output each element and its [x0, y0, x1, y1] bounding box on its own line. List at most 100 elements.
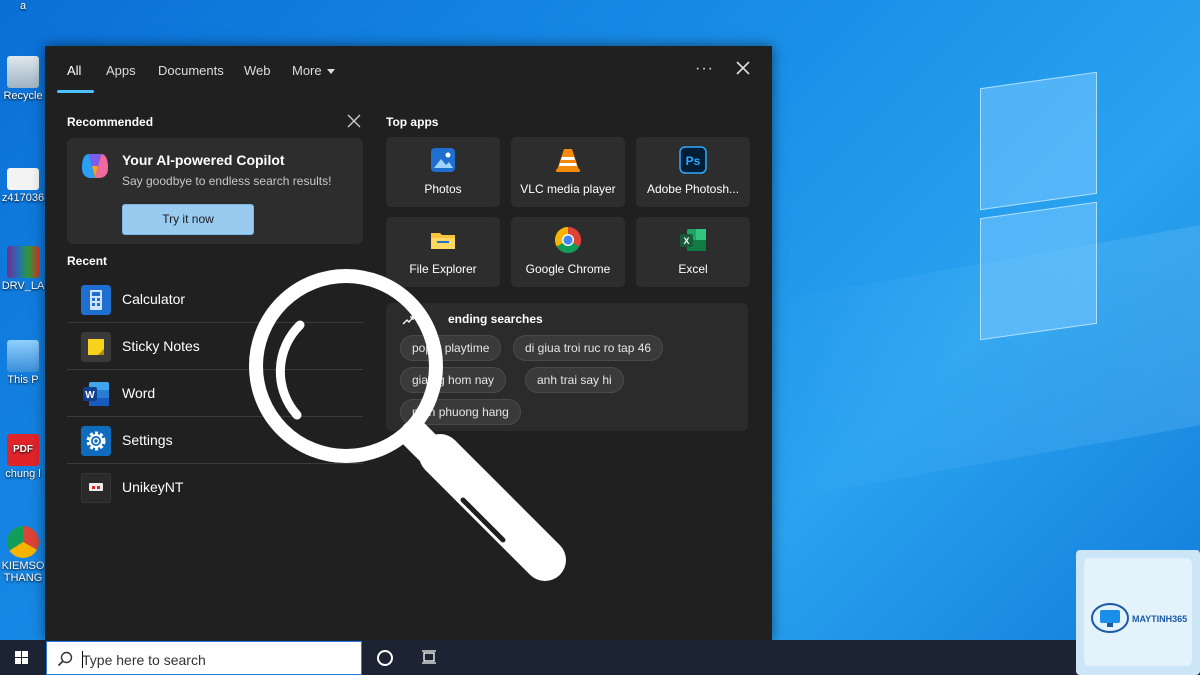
tab-web[interactable]: Web [244, 63, 271, 78]
svg-text:X: X [683, 236, 689, 246]
recent-item-label: Word [122, 385, 156, 401]
copilot-card: Your AI-powered Copilot Say goodbye to e… [67, 138, 363, 244]
app-tile-label: VLC media player [520, 182, 616, 196]
app-tile-excel[interactable]: X Excel [636, 217, 750, 287]
recent-item-word[interactable]: W Word [67, 371, 363, 417]
watermark-badge: MAYTINH365 [1076, 550, 1200, 675]
watermark-logo: MAYTINH365 [1084, 558, 1192, 666]
desktop-icon-label: THANG [3, 572, 43, 584]
excel-icon: X [680, 229, 706, 251]
copilot-subtitle: Say goodbye to endless search results! [122, 174, 332, 188]
divider [67, 463, 363, 464]
desktop-icon-label: a [19, 0, 27, 12]
copilot-title: Your AI-powered Copilot [122, 152, 285, 168]
search-placeholder: Type here to search [82, 652, 206, 668]
app-tile-photoshop[interactable]: Ps Adobe Photosh... [636, 137, 750, 207]
desktop-icon-image-file[interactable]: z417036 [0, 168, 46, 204]
chevron-down-icon [326, 69, 335, 75]
desktop-icon-a[interactable]: a [0, 0, 46, 12]
image-file-icon [7, 168, 39, 190]
recycle-bin-icon [7, 56, 39, 88]
tab-all[interactable]: All [67, 63, 81, 78]
trending-chip[interactable]: pop y playtime [400, 335, 502, 361]
tab-more[interactable]: More [292, 63, 335, 78]
desktop-icon-this-pc[interactable]: This P [0, 340, 46, 386]
word-icon: W [83, 382, 109, 406]
winrar-archive-icon [7, 246, 39, 278]
app-tile-vlc[interactable]: VLC media player [511, 137, 625, 207]
trending-title: ending searches [448, 312, 543, 326]
photoshop-icon: Ps [679, 146, 707, 174]
desktop-icon-chrome-shortcut[interactable]: KIEMSO THANG [0, 526, 46, 584]
chrome-icon [554, 226, 582, 254]
divider [67, 369, 363, 370]
tab-more-label: More [292, 63, 322, 78]
desktop-icon-label: DRV_LA [1, 280, 45, 292]
start-search-panel: All Apps Documents Web More ··· Recommen… [45, 46, 772, 640]
sticky-notes-icon [81, 332, 111, 362]
desktop-icon-recycle-bin[interactable]: Recycle [0, 56, 46, 102]
computer-icon [7, 340, 39, 372]
more-options-button[interactable]: ··· [695, 60, 714, 78]
recent-item-label: Settings [122, 432, 173, 448]
trending-searches: ending searches pop y playtime di giua t… [386, 303, 748, 431]
app-tile-label: File Explorer [409, 262, 477, 276]
recent-item-label: Calculator [122, 291, 186, 307]
trending-chip[interactable]: gia ng hom nay [400, 367, 507, 393]
calculator-icon [81, 285, 111, 315]
app-tile-google-chrome[interactable]: Google Chrome [511, 217, 625, 287]
close-icon[interactable] [733, 58, 753, 78]
search-icon [57, 651, 73, 667]
recommended-heading: Recommended [67, 115, 154, 129]
photos-icon [431, 148, 455, 172]
desktop-icon-label: KIEMSO [1, 560, 45, 572]
app-tile-photos[interactable]: Photos [386, 137, 500, 207]
folder-icon [431, 233, 455, 249]
recent-item-label: Sticky Notes [122, 338, 200, 354]
app-tile-label: Photos [424, 182, 462, 196]
app-tile-label: Google Chrome [525, 262, 611, 276]
unikey-icon [81, 473, 111, 503]
desktop-icon-winrar[interactable]: DRV_LA [0, 246, 46, 292]
recent-heading: Recent [67, 254, 108, 268]
trending-chip[interactable]: anh trai say hi [525, 367, 624, 393]
taskbar: Type here to search [0, 640, 1200, 675]
copilot-icon [82, 154, 108, 178]
cortana-icon[interactable] [377, 650, 393, 666]
desktop-icon-pdf[interactable]: PDF chung l [0, 434, 46, 480]
taskbar-search-input[interactable]: Type here to search [46, 641, 362, 675]
search-tabs: All Apps Documents Web More ··· [45, 46, 772, 94]
svg-text:W: W [85, 390, 95, 401]
tab-documents[interactable]: Documents [158, 63, 224, 78]
desktop-icon-label: z417036 [1, 192, 45, 204]
desktop-icon-label: Recycle [3, 90, 43, 102]
try-it-now-button[interactable]: Try it now [122, 204, 254, 235]
chrome-icon [7, 526, 39, 558]
tab-apps[interactable]: Apps [106, 63, 136, 78]
trending-arrow-icon [402, 316, 414, 325]
monitor-logo-icon [1091, 603, 1129, 633]
svg-text:Ps: Ps [686, 154, 701, 168]
recent-item-calculator[interactable]: Calculator [67, 277, 363, 323]
app-tile-label: Adobe Photosh... [646, 182, 740, 196]
trending-chip[interactable]: n en phuong hang [400, 399, 521, 425]
active-tab-indicator [57, 90, 94, 93]
windows-start-icon[interactable] [0, 640, 45, 675]
desktop-icon-label: chung l [5, 468, 41, 480]
recent-item-settings[interactable]: Settings [67, 418, 363, 464]
vlc-icon [556, 149, 580, 172]
desktop-icon-label: This P [7, 374, 39, 386]
gear-icon [81, 426, 111, 456]
top-apps-heading: Top apps [386, 115, 439, 129]
recent-item-label: UnikeyNT [122, 479, 184, 495]
recent-item-unikey[interactable]: UnikeyNT [67, 465, 363, 511]
trending-chip[interactable]: di giua troi ruc ro tap 46 [513, 335, 664, 361]
windows-wallpaper-logo [980, 60, 1200, 360]
app-tile-file-explorer[interactable]: File Explorer [386, 217, 500, 287]
recent-item-sticky-notes[interactable]: Sticky Notes [67, 324, 363, 370]
pdf-icon: PDF [7, 434, 39, 466]
app-tile-label: Excel [678, 262, 708, 276]
dismiss-recommended-icon[interactable] [347, 114, 361, 128]
watermark-brand: MAYTINH365 [1132, 614, 1188, 624]
task-view-icon[interactable] [421, 650, 437, 664]
